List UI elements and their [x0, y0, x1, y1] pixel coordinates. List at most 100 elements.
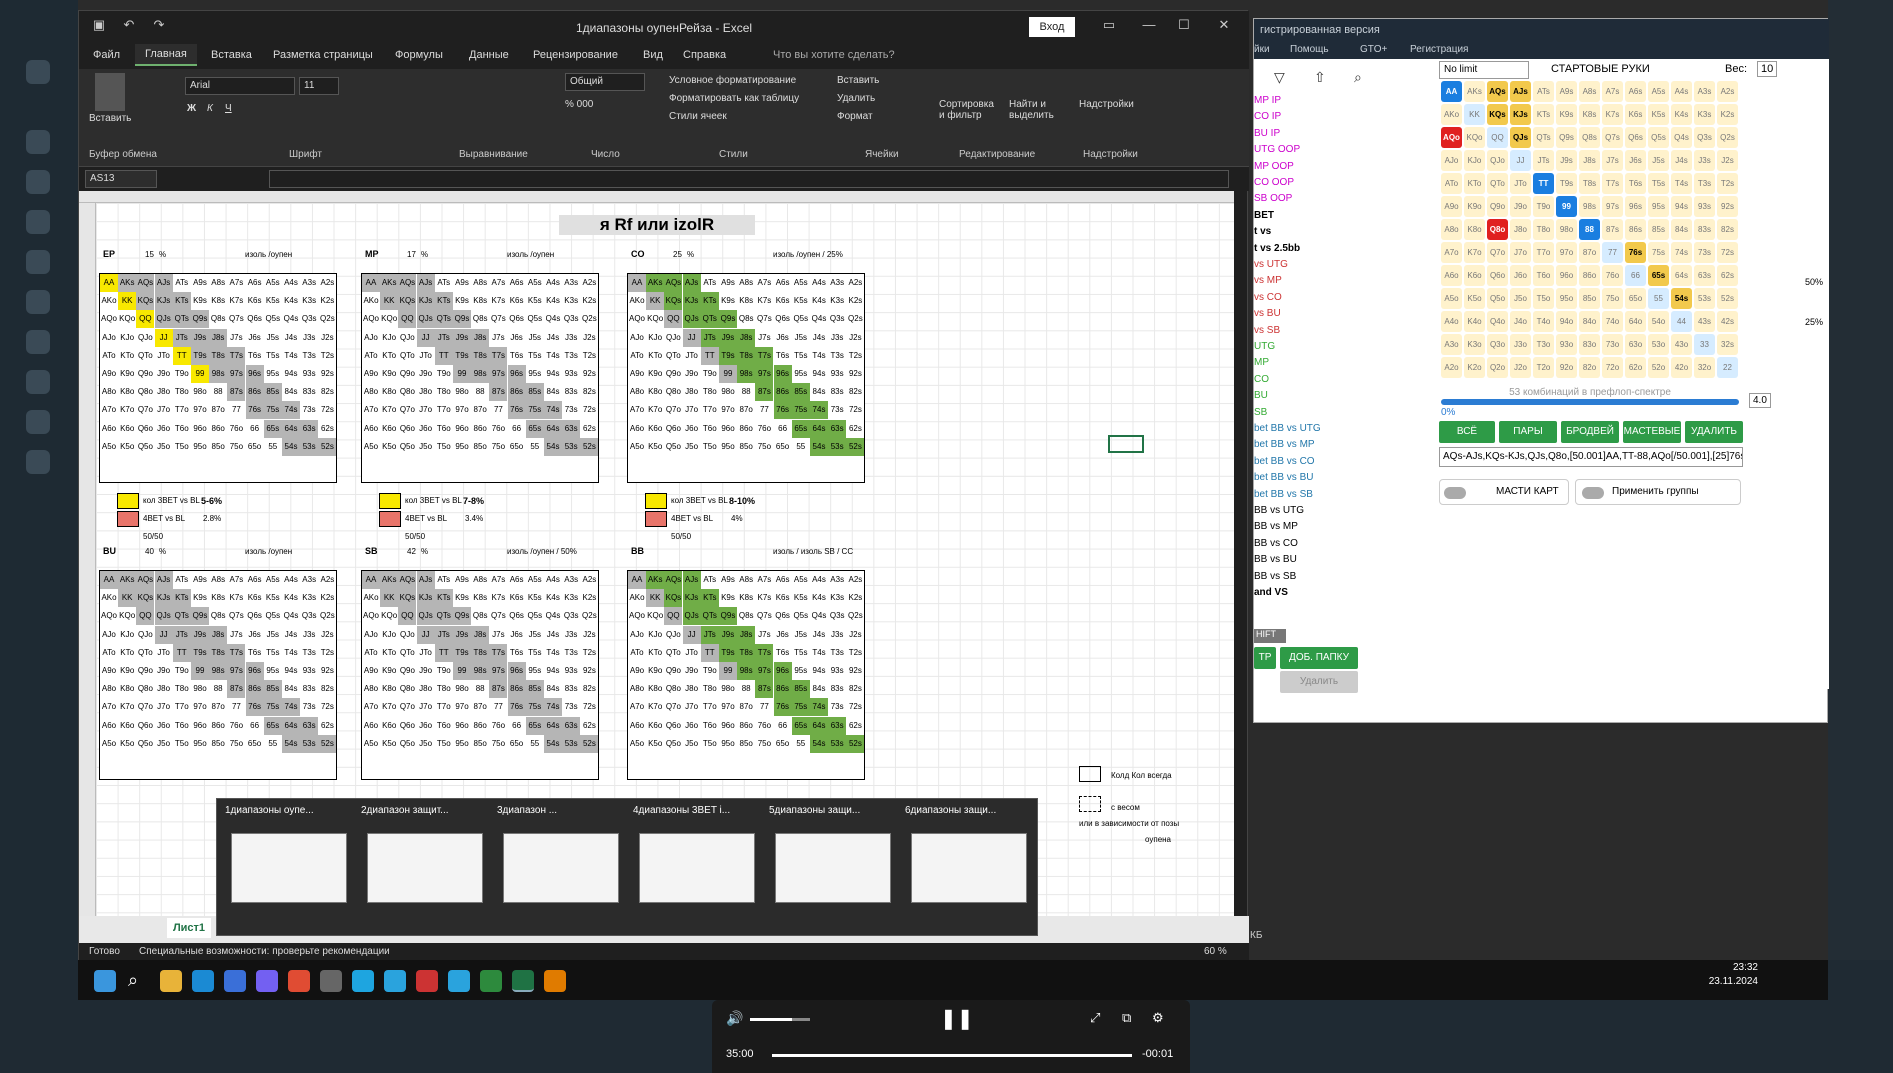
italic-icon[interactable]: К: [207, 103, 213, 114]
range-cell[interactable]: A8o: [1441, 219, 1462, 240]
suits-toggle[interactable]: МАСТИ КАРТ: [1439, 479, 1569, 505]
range-cell[interactable]: K6o: [1464, 265, 1485, 286]
range-cell[interactable]: AQs: [1487, 81, 1508, 102]
range-cell[interactable]: J7s: [1602, 150, 1623, 171]
range-cell[interactable]: 85o: [1579, 288, 1600, 309]
range-cell[interactable]: A2s: [1717, 81, 1738, 102]
fullscreen-icon[interactable]: ⤢: [1090, 1010, 1100, 1026]
range-cell[interactable]: T5o: [1533, 288, 1554, 309]
range-list-item[interactable]: t vs 2.5bb: [1254, 243, 1300, 254]
range-cell[interactable]: AJs: [1510, 81, 1531, 102]
range-cell[interactable]: 62o: [1625, 357, 1646, 378]
range-cell[interactable]: 96o: [1556, 265, 1577, 286]
font-size-select[interactable]: 11: [299, 77, 339, 95]
percent-slider[interactable]: [1441, 399, 1739, 405]
range-cell[interactable]: T6s: [1625, 173, 1646, 194]
groups-toggle[interactable]: Применить группы: [1575, 479, 1741, 505]
range-list-item[interactable]: bet BB vs SB: [1254, 489, 1313, 500]
name-box[interactable]: AS13: [85, 170, 157, 188]
range-cell[interactable]: AQo: [1441, 127, 1462, 148]
excel-icon[interactable]: [512, 970, 534, 992]
range-cell[interactable]: AKo: [1441, 104, 1462, 125]
range-cell[interactable]: T4o: [1533, 311, 1554, 332]
range-cell[interactable]: JTo: [1510, 173, 1531, 194]
range-cell[interactable]: J4o: [1510, 311, 1531, 332]
range-cell[interactable]: 83s: [1694, 219, 1715, 240]
close-icon[interactable]: ✕: [1214, 17, 1234, 37]
telegram-icon[interactable]: [448, 970, 470, 992]
range-cell[interactable]: 52s: [1717, 288, 1738, 309]
app-icon[interactable]: [416, 970, 438, 992]
range-cell[interactable]: Q4o: [1487, 311, 1508, 332]
range-cell[interactable]: K6s: [1625, 104, 1646, 125]
app-icon[interactable]: [26, 450, 50, 474]
range-cell[interactable]: J3o: [1510, 334, 1531, 355]
range-cell[interactable]: 87s: [1602, 219, 1623, 240]
range-cell[interactable]: 32s: [1717, 334, 1738, 355]
minimize-icon[interactable]: —: [1139, 17, 1159, 37]
range-cell[interactable]: 65o: [1625, 288, 1646, 309]
add-folder-button[interactable]: ДОБ. ПАПКУ: [1280, 647, 1358, 669]
range-cell[interactable]: 94s: [1671, 196, 1692, 217]
range-list-item[interactable]: BET: [1254, 210, 1274, 221]
range-list-item[interactable]: CO IP: [1254, 111, 1281, 122]
range-cell[interactable]: 63o: [1625, 334, 1646, 355]
sheet-tab[interactable]: Лист1: [167, 918, 211, 938]
zoom-level[interactable]: 60 %: [1204, 946, 1227, 957]
tab-review[interactable]: Рецензирование: [533, 49, 618, 61]
range-cell[interactable]: Q3o: [1487, 334, 1508, 355]
range-cell[interactable]: Q6o: [1487, 265, 1508, 286]
range-cell[interactable]: T9o: [1533, 196, 1554, 217]
range-cell[interactable]: 87o: [1579, 242, 1600, 263]
delete-folder-button[interactable]: Удалить: [1280, 671, 1358, 693]
skype-icon[interactable]: [352, 970, 374, 992]
range-cell[interactable]: JTs: [1533, 150, 1554, 171]
range-cell[interactable]: T8o: [1533, 219, 1554, 240]
range-cell[interactable]: 95o: [1556, 288, 1577, 309]
range-cell[interactable]: 75s: [1648, 242, 1669, 263]
range-cell[interactable]: A5o: [1441, 288, 1462, 309]
range-list-item[interactable]: BB vs SB: [1254, 571, 1296, 582]
range-cell[interactable]: J5o: [1510, 288, 1531, 309]
pause-icon[interactable]: ❚❚: [940, 1006, 974, 1031]
range-cell[interactable]: KQs: [1487, 104, 1508, 125]
window-thumbnail[interactable]: 4диапазоны 3BET i...: [633, 805, 761, 903]
range-cell[interactable]: 65s: [1648, 265, 1669, 286]
range-cell[interactable]: 98o: [1556, 219, 1577, 240]
tab-help[interactable]: Справка: [683, 49, 726, 61]
range-cell[interactable]: 62s: [1717, 265, 1738, 286]
undo-icon[interactable]: ↶: [119, 17, 139, 37]
range-cell[interactable]: J8s: [1579, 150, 1600, 171]
telegram-icon[interactable]: [384, 970, 406, 992]
range-cell[interactable]: A2o: [1441, 357, 1462, 378]
range-cell[interactable]: A6s: [1625, 81, 1646, 102]
tab-formulas[interactable]: Формулы: [395, 49, 443, 61]
range-cell[interactable]: T6o: [1533, 265, 1554, 286]
volume-icon[interactable]: 🔊: [726, 1010, 743, 1027]
suited-button[interactable]: МАСТЕВЫЕ: [1623, 421, 1681, 443]
range-list-item[interactable]: BU: [1254, 390, 1268, 401]
tab-page-layout[interactable]: Разметка страницы: [273, 49, 373, 61]
window-thumbnail[interactable]: 6диапазоны защи...: [905, 805, 1033, 903]
number-format-select[interactable]: Общий: [565, 73, 645, 91]
range-list-item[interactable]: BB vs CO: [1254, 538, 1298, 549]
range-cell[interactable]: 99: [1556, 196, 1577, 217]
insert-cells-button[interactable]: Вставить: [837, 75, 879, 86]
search-icon[interactable]: ⌕: [128, 970, 150, 992]
explorer-icon[interactable]: [160, 970, 182, 992]
range-cell[interactable]: J6s: [1625, 150, 1646, 171]
range-cell[interactable]: 52o: [1648, 357, 1669, 378]
range-cell[interactable]: KQo: [1464, 127, 1485, 148]
range-cell[interactable]: 53s: [1694, 288, 1715, 309]
range-cell[interactable]: J9o: [1510, 196, 1531, 217]
weight-input[interactable]: 10: [1757, 61, 1778, 77]
range-cell[interactable]: A9o: [1441, 196, 1462, 217]
format-table-button[interactable]: Форматировать как таблицу: [669, 93, 799, 104]
find-select-button[interactable]: Найти и выделить: [1009, 99, 1069, 121]
search-icon[interactable]: ⌕: [1354, 69, 1362, 86]
range-cell[interactable]: A6o: [1441, 265, 1462, 286]
range-cell[interactable]: ATo: [1441, 173, 1462, 194]
chrome-icon[interactable]: [288, 970, 310, 992]
range-cell[interactable]: 53o: [1648, 334, 1669, 355]
range-cell[interactable]: T5s: [1648, 173, 1669, 194]
